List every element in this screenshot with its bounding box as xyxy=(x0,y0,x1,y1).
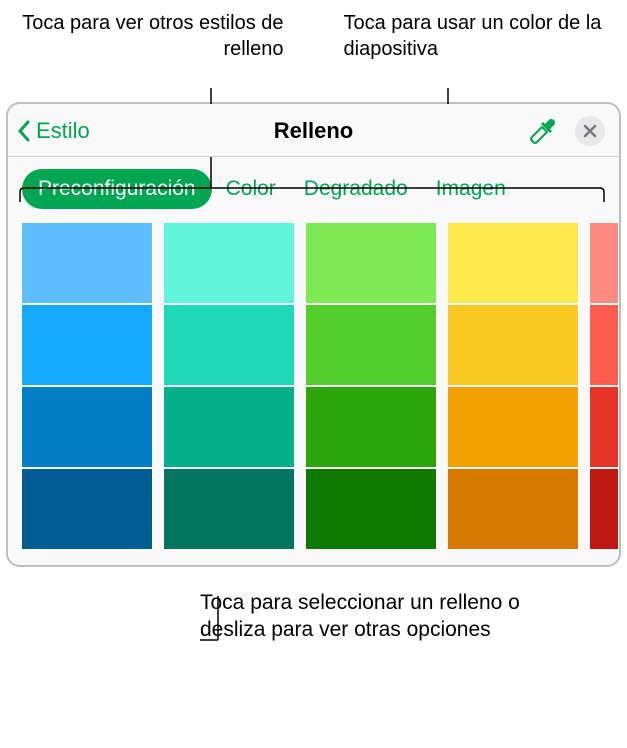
annotation-swatch-select: Toca para seleccionar un relleno o desli… xyxy=(200,589,587,644)
back-label: Estilo xyxy=(36,118,90,144)
panel-header: Estilo Relleno xyxy=(8,104,619,157)
swatch-green-3[interactable] xyxy=(306,469,436,549)
swatch-red-2[interactable] xyxy=(590,387,618,467)
chevron-left-icon xyxy=(16,119,32,143)
swatch-green-2[interactable] xyxy=(306,387,436,467)
swatch-teal-1[interactable] xyxy=(164,305,294,385)
swatch-column-blue xyxy=(22,223,152,549)
fill-panel: Estilo Relleno Preconfiguración Color De… xyxy=(6,102,621,567)
back-button[interactable]: Estilo xyxy=(16,118,90,144)
annotation-fill-styles: Toca para ver otros estilos de relleno xyxy=(20,10,284,62)
swatch-blue-1[interactable] xyxy=(22,305,152,385)
swatch-column-teal xyxy=(164,223,294,549)
swatch-yellow-3[interactable] xyxy=(448,469,578,549)
swatch-teal-2[interactable] xyxy=(164,387,294,467)
swatch-teal-0[interactable] xyxy=(164,223,294,303)
fill-tabs: Preconfiguración Color Degradado Imagen xyxy=(8,157,619,223)
tab-image[interactable]: Imagen xyxy=(422,169,520,209)
swatch-column-green xyxy=(306,223,436,549)
swatch-yellow-1[interactable] xyxy=(448,305,578,385)
panel-title: Relleno xyxy=(8,118,619,144)
swatch-yellow-2[interactable] xyxy=(448,387,578,467)
swatch-blue-0[interactable] xyxy=(22,223,152,303)
swatch-green-1[interactable] xyxy=(306,305,436,385)
close-button[interactable] xyxy=(575,116,605,146)
tab-preset[interactable]: Preconfiguración xyxy=(22,169,212,209)
swatch-blue-2[interactable] xyxy=(22,387,152,467)
swatch-green-0[interactable] xyxy=(306,223,436,303)
swatch-yellow-0[interactable] xyxy=(448,223,578,303)
swatch-teal-3[interactable] xyxy=(164,469,294,549)
swatch-blue-3[interactable] xyxy=(22,469,152,549)
eyedropper-icon[interactable] xyxy=(529,117,557,145)
swatch-column-red xyxy=(590,223,618,549)
tab-gradient[interactable]: Degradado xyxy=(290,169,422,209)
swatch-column-yellow xyxy=(448,223,578,549)
swatch-red-0[interactable] xyxy=(590,223,618,303)
tab-color[interactable]: Color xyxy=(212,169,290,209)
annotation-eyedropper: Toca para usar un color de la diapositiv… xyxy=(314,10,608,62)
swatch-red-3[interactable] xyxy=(590,469,618,549)
swatches-scroll-area[interactable] xyxy=(8,223,619,565)
close-icon xyxy=(583,124,597,138)
swatch-red-1[interactable] xyxy=(590,305,618,385)
